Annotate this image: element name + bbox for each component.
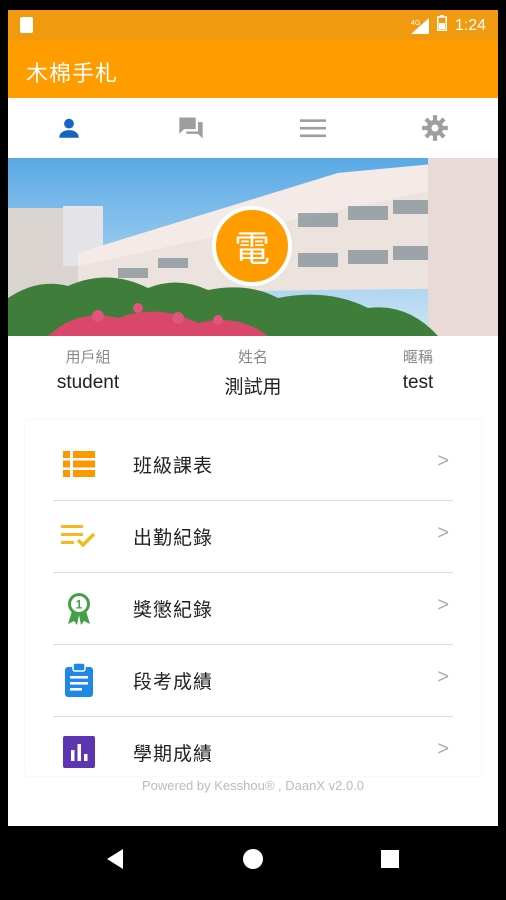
menu-card: 班級課表 > 出勤紀錄 > 1 獎懲紀錄 > 段考成績 > 學期成績 > xyxy=(25,420,481,776)
status-bar: 4G 1:24 xyxy=(8,10,498,40)
nickname-label: 暱稱 xyxy=(402,348,433,366)
status-right: 4G 1:24 xyxy=(410,15,486,36)
device-screen: 4G 1:24 木棉手札 電 用戶組 student 姓名 測試用 暱稱 tes… xyxy=(8,10,498,890)
footer-credit: Powered by Kesshou® , DaanX v2.0.0 xyxy=(141,778,365,793)
home-button[interactable] xyxy=(238,844,268,874)
nickname-value: test xyxy=(402,372,434,393)
profile-info: 用戶組 student 姓名 測試用 暱稱 test xyxy=(8,336,498,416)
menu-icon xyxy=(300,119,326,138)
clipboard-icon xyxy=(61,662,97,698)
group-column: 用戶組 student xyxy=(38,346,138,394)
chevron-right-icon: > xyxy=(437,738,449,760)
list-icon xyxy=(61,446,97,482)
home-icon xyxy=(243,849,263,869)
tab-profile[interactable] xyxy=(8,98,130,158)
menu-item-label: 班級課表 xyxy=(133,455,214,477)
group-label: 用戶組 xyxy=(65,348,111,366)
recents-button[interactable] xyxy=(375,844,405,874)
gear-icon xyxy=(422,115,448,141)
recents-icon xyxy=(381,850,399,868)
menu-item-label: 出勤紀錄 xyxy=(133,527,214,549)
svg-text:1: 1 xyxy=(76,598,83,612)
app-title: 木棉手札 xyxy=(26,62,119,87)
tab-bar xyxy=(8,98,498,158)
bar-chart-icon xyxy=(61,734,97,770)
name-label: 姓名 xyxy=(237,348,268,366)
nickname-column: 暱稱 test xyxy=(378,346,458,394)
chevron-right-icon: > xyxy=(437,522,449,544)
checklist-icon xyxy=(61,518,97,554)
clock: 1:24 xyxy=(454,16,486,34)
chat-icon xyxy=(179,117,203,139)
menu-item-rewards[interactable]: 1 獎懲紀錄 > xyxy=(53,572,453,644)
menu-item-class-schedule[interactable]: 班級課表 > xyxy=(53,428,453,500)
svg-text:4G: 4G xyxy=(411,20,420,27)
award-icon: 1 xyxy=(61,590,97,626)
chevron-right-icon: > xyxy=(437,666,449,688)
tab-settings[interactable] xyxy=(374,98,496,158)
menu-item-label: 段考成績 xyxy=(133,671,214,693)
name-column: 姓名 測試用 xyxy=(201,346,305,399)
group-value: student xyxy=(56,372,120,393)
battery-icon xyxy=(436,15,447,36)
menu-item-attendance[interactable]: 出勤紀錄 > xyxy=(53,500,453,572)
back-button[interactable] xyxy=(100,844,130,874)
app-bar: 木棉手札 xyxy=(8,40,498,98)
avatar: 電 xyxy=(212,206,292,286)
signal-icon: 4G xyxy=(410,17,429,34)
chevron-right-icon: > xyxy=(437,450,449,472)
tab-messages[interactable] xyxy=(130,98,252,158)
system-nav-bar xyxy=(8,826,498,890)
back-icon xyxy=(107,849,123,869)
sd-card-icon xyxy=(20,17,33,33)
tab-menu[interactable] xyxy=(252,98,374,158)
menu-item-label: 學期成績 xyxy=(133,743,214,765)
menu-item-label: 獎懲紀錄 xyxy=(133,599,214,621)
name-value: 測試用 xyxy=(224,377,282,398)
menu-item-exam-scores[interactable]: 段考成績 > xyxy=(53,644,453,716)
chevron-right-icon: > xyxy=(437,594,449,616)
person-icon xyxy=(59,118,79,138)
